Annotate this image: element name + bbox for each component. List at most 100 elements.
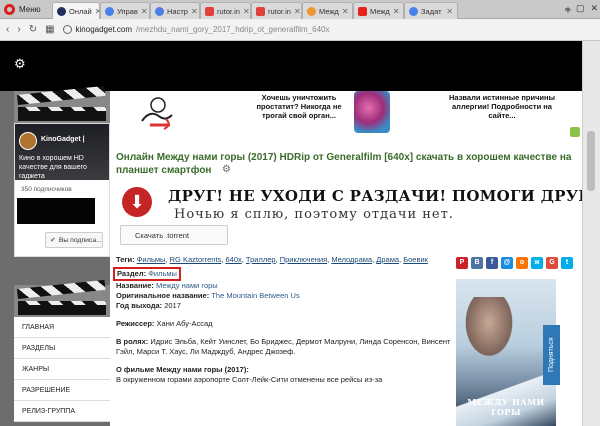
tag-link[interactable]: Фильмы xyxy=(137,255,166,264)
gear-icon[interactable]: ⚙ xyxy=(222,164,231,175)
blue-u-favicon-icon xyxy=(409,6,418,16)
scroll-up-button[interactable]: Подняться xyxy=(543,325,560,385)
avatar[interactable] xyxy=(19,132,37,150)
star-favicon-icon xyxy=(256,6,265,16)
tab-rutor-2[interactable]: rutor.in ✕ xyxy=(251,2,302,19)
tab-label: rutor.in xyxy=(217,6,240,16)
googleplus-share-icon[interactable]: G xyxy=(546,257,558,269)
tag-link[interactable]: 640x xyxy=(225,255,241,264)
maximize-icon[interactable]: ▢ xyxy=(576,3,585,14)
side-menu-item-resolution[interactable]: РАЗРЕШЕНИЕ xyxy=(14,380,110,401)
pinterest-share-icon[interactable]: P xyxy=(456,257,468,269)
close-icon[interactable]: ✕ xyxy=(141,7,148,16)
close-icon[interactable]: ✕ xyxy=(294,7,301,16)
side-menu: ГЛАВНАЯ РАЗДЕЛЫ ЖАНРЫ РАЗРЕШЕНИЕ РЕЛИЗ-Г… xyxy=(14,317,110,422)
gear-icon[interactable]: ⚙ xyxy=(14,57,28,71)
ad-text-2[interactable]: Назвали истинные причины аллергии! Подро… xyxy=(442,93,562,120)
tab-label: Настр xyxy=(167,6,188,16)
tab-label: Межд xyxy=(319,6,339,16)
ad-text-1[interactable]: Хочешь уничтожить простатит? Никогда не … xyxy=(244,93,354,120)
orig-title-value: The Mountain Between Us xyxy=(211,291,300,300)
forward-arrow-icon[interactable]: › xyxy=(17,24,20,35)
about-text: В окруженном горами аэропорте Солт-Лейк-… xyxy=(116,375,383,384)
side-menu-item-genres[interactable]: ЖАНРЫ xyxy=(14,359,110,380)
star-favicon-icon xyxy=(205,6,214,16)
side-menu-item-sections[interactable]: РАЗДЕЛЫ xyxy=(14,338,110,359)
odnoklassniki-share-icon[interactable]: o xyxy=(516,257,528,269)
tag-link[interactable]: Драма xyxy=(376,255,399,264)
close-icon[interactable]: ✕ xyxy=(393,7,400,16)
movie-info: Теги: Фильмы, RG Kaztorrents, 640x, Трил… xyxy=(113,255,456,385)
year-value: 2017 xyxy=(164,301,181,310)
vk-share-icon[interactable]: B xyxy=(471,257,483,269)
tab-label: rutor.in xyxy=(268,6,291,16)
director-label: Режиссер: xyxy=(116,319,155,328)
ad-image-2[interactable] xyxy=(354,91,390,133)
ad-info-icon[interactable] xyxy=(570,127,580,137)
director-value: Хани Абу-Ассад xyxy=(156,319,213,328)
tab-manage[interactable]: Управ ✕ xyxy=(100,2,150,19)
minimize-icon[interactable]: – xyxy=(565,3,570,14)
tab-tasks[interactable]: Задат ✕ xyxy=(404,2,458,19)
window-controls: – ▢ ✕ xyxy=(565,3,598,14)
site-header xyxy=(0,41,600,91)
blue-u-favicon-icon xyxy=(105,6,114,16)
channel-name[interactable]: KinoGadget | xyxy=(41,136,85,143)
tab-mezhdu-2[interactable]: Межд ✕ xyxy=(353,2,404,19)
scrollbar-thumb[interactable] xyxy=(587,131,595,191)
url-field[interactable]: kinogadget.com/mezhdu_nami_gory_2017_hdr… xyxy=(62,25,330,34)
livejournal-share-icon[interactable]: ж xyxy=(531,257,543,269)
section-label: Раздел: xyxy=(117,269,147,278)
tag-link[interactable]: Приключения xyxy=(280,255,327,264)
subscriber-count: 350 подписчиков xyxy=(21,186,72,193)
side-menu-item-release-group[interactable]: РЕЛИЗ-ГРУППА xyxy=(14,401,110,422)
twitter-share-icon[interactable]: t xyxy=(561,257,573,269)
close-icon[interactable]: ✕ xyxy=(446,7,453,16)
url-path: /mezhdu_nami_gory_2017_hdrip_ot_generalf… xyxy=(136,25,330,34)
tab-settings[interactable]: Настр ✕ xyxy=(150,2,200,19)
movie-poster: МЕЖДУ НАМИ ГОРЫ xyxy=(456,279,556,426)
banner-line-1: ДРУГ! НЕ УХОДИ С РАЗДАЧИ! ПОМОГИ ДРУГИМ! xyxy=(168,187,600,205)
youtube-channel-widget: KinoGadget | Кино в хорошем HD качестве … xyxy=(14,123,110,257)
reload-icon[interactable]: ↻ xyxy=(29,24,37,35)
window-close-icon[interactable]: ✕ xyxy=(590,3,598,14)
title-label: Название: xyxy=(116,281,154,290)
seed-banner: ⬇ ДРУГ! НЕ УХОДИ С РАЗДАЧИ! ПОМОГИ ДРУГИ… xyxy=(118,185,600,247)
url-domain: kinogadget.com xyxy=(75,25,133,34)
poster-title: МЕЖДУ НАМИ ГОРЫ xyxy=(467,397,545,417)
page-scrollbar[interactable] xyxy=(582,41,600,426)
cast-label: В ролях: xyxy=(116,337,149,346)
facebook-share-icon[interactable]: f xyxy=(486,257,498,269)
channel-banner: KinoGadget | Кино в хорошем HD качестве … xyxy=(15,124,109,180)
tab-label: Задат xyxy=(421,6,442,16)
channel-description: Кино в хорошем HD качестве для вашего га… xyxy=(19,155,87,180)
tag-link[interactable]: Боевик xyxy=(403,255,428,264)
side-menu-item-home[interactable]: ГЛАВНАЯ xyxy=(14,317,110,338)
ad-illustration-image[interactable] xyxy=(136,91,182,133)
tab-rutor-1[interactable]: rutor.in ✕ xyxy=(200,2,251,19)
subscribed-button[interactable]: ✔ Вы подписа... xyxy=(45,232,103,248)
check-icon: ✔ xyxy=(50,237,56,244)
tab-mezhdu-1[interactable]: Межд ✕ xyxy=(302,2,353,19)
tag-link[interactable]: Мелодрама xyxy=(331,255,372,264)
close-icon[interactable]: ✕ xyxy=(191,7,198,16)
tag-link[interactable]: Триллер xyxy=(246,255,276,264)
share-buttons: P B f @ o ж G t xyxy=(456,257,573,269)
clapperboard-image xyxy=(14,85,110,123)
mailru-share-icon[interactable]: @ xyxy=(501,257,513,269)
section-value[interactable]: Фильмы xyxy=(148,269,177,278)
blue-u-favicon-icon xyxy=(155,6,164,16)
tag-link[interactable]: RG Kaztorrents xyxy=(170,255,222,264)
opera-menu-button[interactable]: Меню xyxy=(0,0,52,19)
grid-icon[interactable]: ▦ xyxy=(45,24,54,35)
close-icon[interactable]: ✕ xyxy=(342,7,349,16)
tab-kinogadget[interactable]: Онлай ✕ xyxy=(52,2,100,19)
page-title: Онлайн Между нами горы (2017) HDRip от G… xyxy=(116,152,572,176)
back-arrow-icon[interactable]: ‹ xyxy=(6,24,9,35)
download-torrent-button[interactable]: Скачать .torrent xyxy=(120,225,228,245)
channel-video-thumbnail[interactable] xyxy=(17,198,95,224)
browser-tab-bar: Меню Онлай ✕ Управ ✕ Настр ✕ rutor.in ✕ … xyxy=(0,0,600,19)
close-icon[interactable]: ✕ xyxy=(243,7,250,16)
download-arrow-icon: ⬇ xyxy=(122,187,152,217)
orig-title-label: Оригинальное название: xyxy=(116,291,210,300)
